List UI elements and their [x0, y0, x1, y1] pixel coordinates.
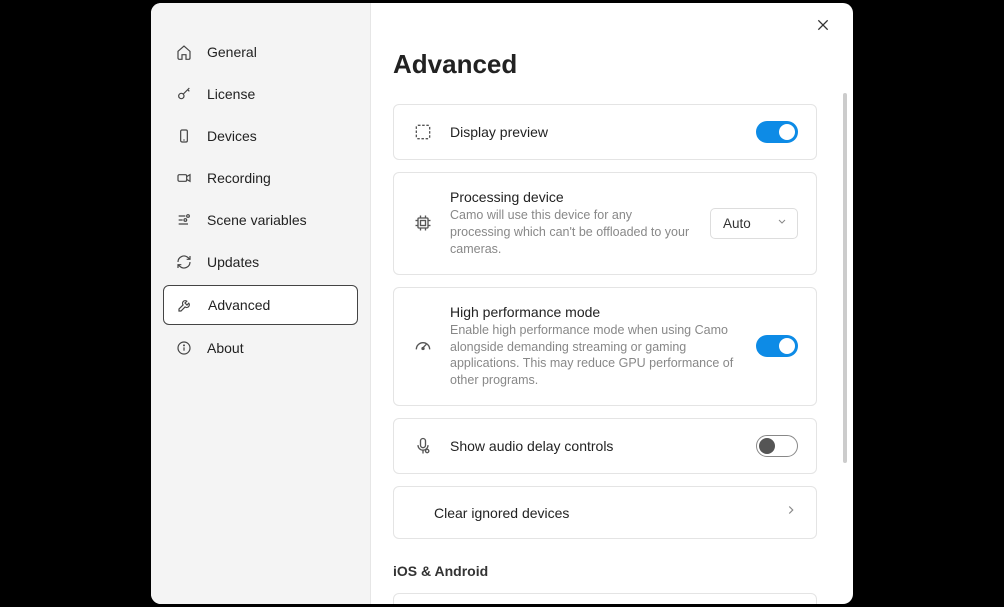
- processing-device-select[interactable]: Auto: [710, 208, 798, 239]
- section-ios-android: iOS & Android: [393, 563, 817, 579]
- sidebar-item-general[interactable]: General: [163, 33, 358, 71]
- sidebar-label: Scene variables: [207, 212, 307, 228]
- sidebar-label: License: [207, 86, 255, 102]
- display-preview-icon: [412, 121, 434, 143]
- cpu-icon: [412, 212, 434, 234]
- chevron-down-icon: [776, 216, 788, 231]
- sidebar-item-advanced[interactable]: Advanced: [163, 285, 358, 325]
- setting-screen-curtain: Screen curtain Automatically dim the pho…: [393, 593, 817, 604]
- close-button[interactable]: [815, 17, 835, 37]
- setting-title: Clear ignored devices: [434, 505, 768, 521]
- high-performance-toggle[interactable]: [756, 335, 798, 357]
- scrollbar[interactable]: [843, 93, 847, 463]
- sidebar-item-scene-variables[interactable]: Scene variables: [163, 201, 358, 239]
- setting-desc: Enable high performance mode when using …: [450, 322, 740, 390]
- settings-window: General License Devices Recording Scene …: [151, 3, 853, 604]
- select-value: Auto: [723, 216, 751, 231]
- setting-title: Display preview: [450, 124, 740, 140]
- sidebar-item-updates[interactable]: Updates: [163, 243, 358, 281]
- setting-title: Show audio delay controls: [450, 438, 740, 454]
- wrench-icon: [176, 296, 194, 314]
- gauge-icon: [412, 335, 434, 357]
- refresh-icon: [175, 253, 193, 271]
- sidebar: General License Devices Recording Scene …: [151, 3, 371, 604]
- sidebar-label: About: [207, 340, 244, 356]
- mic-gear-icon: [412, 435, 434, 457]
- sidebar-item-recording[interactable]: Recording: [163, 159, 358, 197]
- sidebar-item-about[interactable]: About: [163, 329, 358, 367]
- info-icon: [175, 339, 193, 357]
- page-title: Advanced: [393, 49, 817, 80]
- sidebar-label: Recording: [207, 170, 271, 186]
- display-preview-toggle[interactable]: [756, 121, 798, 143]
- setting-title: High performance mode: [450, 304, 740, 320]
- setting-high-performance: High performance mode Enable high perfor…: [393, 287, 817, 407]
- sidebar-label: Devices: [207, 128, 257, 144]
- sidebar-label: Advanced: [208, 297, 270, 313]
- setting-audio-delay: Show audio delay controls: [393, 418, 817, 474]
- setting-title: Processing device: [450, 189, 694, 205]
- clear-ignored-devices-button[interactable]: Clear ignored devices: [393, 486, 817, 539]
- sidebar-item-license[interactable]: License: [163, 75, 358, 113]
- chevron-right-icon: [784, 503, 798, 522]
- sidebar-label: Updates: [207, 254, 259, 270]
- setting-display-preview: Display preview: [393, 104, 817, 160]
- variables-icon: [175, 211, 193, 229]
- phone-icon: [175, 127, 193, 145]
- sidebar-label: General: [207, 44, 257, 60]
- key-icon: [175, 85, 193, 103]
- main-panel: Advanced Display preview Processing devi…: [371, 3, 853, 604]
- setting-desc: Camo will use this device for any proces…: [450, 207, 694, 258]
- setting-processing-device: Processing device Camo will use this dev…: [393, 172, 817, 275]
- audio-delay-toggle[interactable]: [756, 435, 798, 457]
- sidebar-item-devices[interactable]: Devices: [163, 117, 358, 155]
- home-icon: [175, 43, 193, 61]
- camera-icon: [175, 169, 193, 187]
